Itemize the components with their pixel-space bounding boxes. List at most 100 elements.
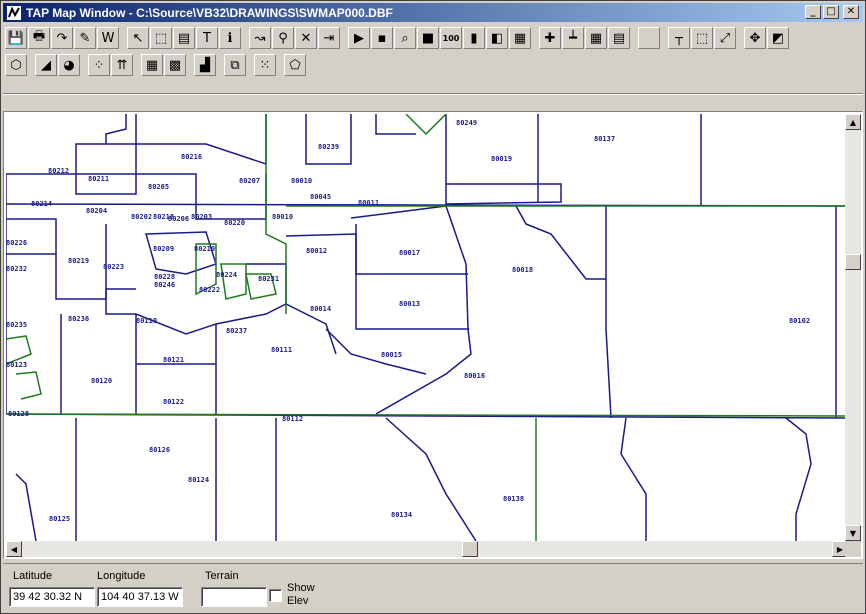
latitude-label: Latitude <box>13 570 53 582</box>
zip-label: 80016 <box>464 372 485 380</box>
zip-label: 80121 <box>163 356 184 364</box>
colors-icon[interactable]: ◩ <box>767 27 789 49</box>
yellow-icon[interactable]: ▮ <box>463 27 485 49</box>
vertical-scrollbar[interactable]: ▲ ▼ <box>845 114 861 541</box>
bar-chart-icon[interactable]: ▟ <box>194 54 216 76</box>
save-icon[interactable]: 💾 <box>5 27 27 49</box>
w-icon[interactable]: W <box>97 27 119 49</box>
zip-label: 80013 <box>399 300 420 308</box>
table-icon[interactable]: ▦ <box>141 54 163 76</box>
show-elev-label-2: Elev <box>287 595 309 607</box>
zip-label: 80203 <box>191 213 212 221</box>
scatter-icon[interactable]: ⁘ <box>88 54 110 76</box>
vertical-scroll-thumb[interactable] <box>845 254 861 270</box>
blank-icon[interactable] <box>638 27 660 49</box>
pie-chart-icon[interactable]: ◕ <box>58 54 80 76</box>
horizontal-scroll-thumb[interactable] <box>462 541 478 557</box>
notepad-icon[interactable]: ▤ <box>608 27 630 49</box>
zip-label: 80249 <box>456 119 477 127</box>
exit-icon[interactable]: ⇥ <box>318 27 340 49</box>
arrows-up-icon[interactable]: ⇈ <box>111 54 133 76</box>
zip-label: 80236 <box>68 315 89 323</box>
zip-boundary-map[interactable]: 80249 80137 80239 80216 80019 80212 80211 80205… <box>6 114 848 541</box>
layers-icon[interactable]: ◧ <box>486 27 508 49</box>
zip-label: 80125 <box>49 515 70 523</box>
minimize-button[interactable]: _ <box>805 5 821 19</box>
longitude-label: Longitude <box>97 570 146 582</box>
scroll-up-icon[interactable]: ▲ <box>845 114 861 130</box>
terrain-field[interactable] <box>201 587 267 607</box>
zoom-100-icon[interactable]: 100 <box>440 27 462 49</box>
zip-label: 80219 <box>68 257 89 265</box>
zip-label: 80134 <box>391 511 412 519</box>
scroll-left-icon[interactable]: ◀ <box>6 541 22 557</box>
zip-label: 80224 <box>216 271 237 279</box>
zip-label: 80045 <box>310 193 331 201</box>
crosshair-plus-icon[interactable]: ✚ <box>539 27 561 49</box>
delete-icon[interactable]: ✕ <box>295 27 317 49</box>
zip-label: 80209 <box>153 245 174 253</box>
app-icon <box>6 5 22 21</box>
zip-label: 80112 <box>282 415 303 423</box>
zip-label: 80012 <box>306 247 327 255</box>
route-icon[interactable]: ↝ <box>249 27 271 49</box>
longitude-field[interactable]: 104 40 37.13 W <box>97 587 183 607</box>
zoom-box-icon[interactable]: ⬚ <box>691 27 713 49</box>
toolbar-divider <box>3 93 863 95</box>
latitude-field[interactable]: 39 42 30.32 N <box>9 587 95 607</box>
link-icon[interactable]: ⧉ <box>224 54 246 76</box>
green-shape-icon[interactable]: ⬠ <box>284 54 306 76</box>
zip-label: 80246 <box>154 281 175 289</box>
scroll-down-icon[interactable]: ▼ <box>845 525 861 541</box>
redo-icon[interactable]: ↷ <box>51 27 73 49</box>
color-grid-icon[interactable]: ▩ <box>164 54 186 76</box>
zip-label: 80102 <box>789 317 810 325</box>
close-button[interactable]: ✕ <box>843 5 859 19</box>
zip-label: 80010 <box>291 177 312 185</box>
record-icon[interactable]: ▤ <box>173 27 195 49</box>
polygon-icon[interactable]: ⬡ <box>5 54 27 76</box>
zip-label: 80015 <box>381 351 402 359</box>
zoom-in-icon[interactable]: ⌕ <box>394 27 416 49</box>
show-elev-checkbox[interactable] <box>269 589 282 602</box>
zip-label: 80235 <box>6 321 27 329</box>
zip-label: 80232 <box>6 265 27 273</box>
horizontal-scrollbar[interactable]: ◀ ▶ <box>6 541 848 557</box>
info-icon[interactable]: ℹ <box>219 27 241 49</box>
grid-icon[interactable]: ▦ <box>585 27 607 49</box>
ruler-icon[interactable]: ┷ <box>562 27 584 49</box>
zip-label: 80110 <box>136 317 157 325</box>
search-map-icon[interactable]: ⚲ <box>272 27 294 49</box>
map-canvas[interactable]: 80249 80137 80239 80216 80019 80212 80211 80205… <box>6 114 848 541</box>
move-icon[interactable]: ✥ <box>744 27 766 49</box>
zip-label: 80214 <box>31 200 52 208</box>
area-chart-icon[interactable]: ◢ <box>35 54 57 76</box>
edit-icon[interactable]: ✎ <box>74 27 96 49</box>
maximize-button[interactable]: □ <box>823 5 839 19</box>
zip-label: 80123 <box>6 361 27 369</box>
window-title: TAP Map Window - C:\Source\VB32\DRAWINGS… <box>26 5 393 20</box>
scroll-corner <box>845 541 861 557</box>
text-icon[interactable]: T <box>196 27 218 49</box>
zip-label: 80204 <box>86 207 107 215</box>
print-icon[interactable]: 🖶 <box>28 27 50 49</box>
zip-label: 80202 <box>131 213 152 221</box>
status-bar: Latitude 39 42 30.32 N Longitude 104 40 … <box>3 563 863 613</box>
show-elev-label-1: Show <box>287 582 315 594</box>
green-select-icon[interactable]: ▶ <box>348 27 370 49</box>
expand-icon[interactable]: ⤢ <box>714 27 736 49</box>
zip-label: 80014 <box>310 305 331 313</box>
title-bar[interactable]: TAP Map Window - C:\Source\VB32\DRAWINGS… <box>3 3 863 22</box>
corner-icon[interactable]: ┬ <box>668 27 690 49</box>
green-dot-icon[interactable]: ▪ <box>371 27 393 49</box>
dot-grid-icon[interactable]: ⁙ <box>254 54 276 76</box>
blue-boundaries <box>6 114 848 541</box>
zip-label: 80206 <box>168 215 189 223</box>
green-grid-icon[interactable]: ▦ <box>509 27 531 49</box>
red-box-icon[interactable]: ■ <box>417 27 439 49</box>
zip-label: 80019 <box>491 155 512 163</box>
zip-label: 80111 <box>271 346 292 354</box>
select-icon[interactable]: ⬚ <box>150 27 172 49</box>
zip-label: 80222 <box>199 286 220 294</box>
pointer-icon[interactable]: ↖ <box>127 27 149 49</box>
